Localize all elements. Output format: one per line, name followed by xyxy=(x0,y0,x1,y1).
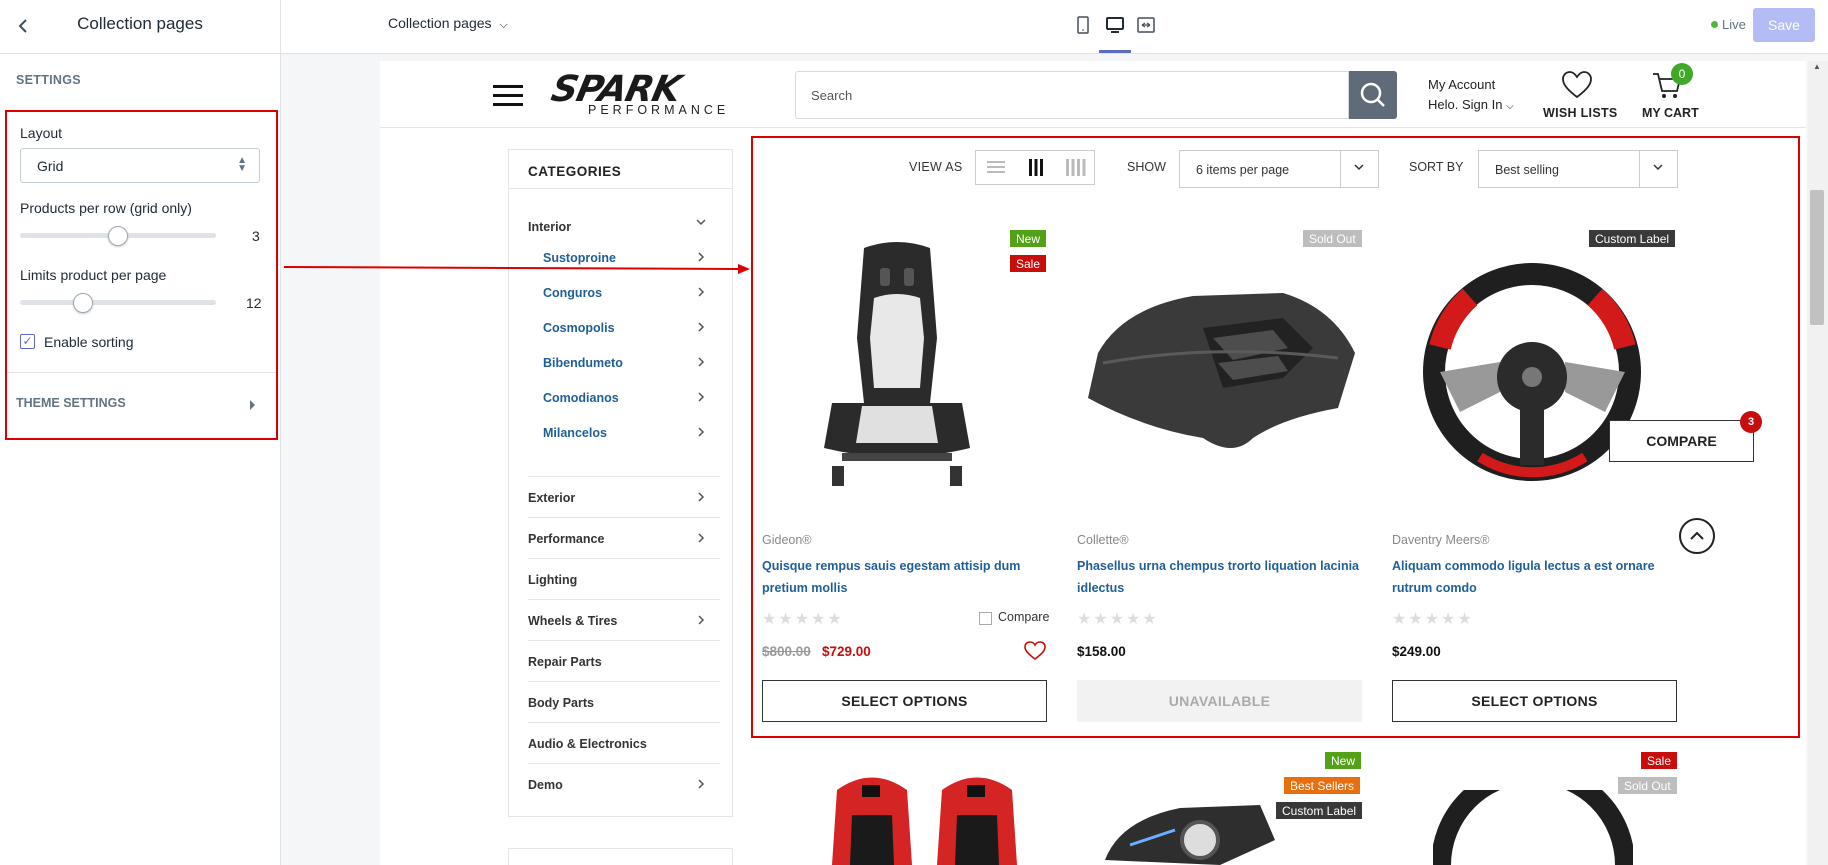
editor-topbar xyxy=(281,0,1828,54)
my-account-label[interactable]: My Account xyxy=(1428,77,1495,92)
chevron-down-icon[interactable] xyxy=(694,215,708,234)
my-cart-link[interactable]: MY CART xyxy=(1642,106,1699,120)
chevron-right-icon[interactable] xyxy=(694,390,708,409)
mobile-view-icon[interactable] xyxy=(1072,14,1094,36)
product-image-steering-wheel-2[interactable] xyxy=(1431,763,1635,865)
chevron-right-icon[interactable] xyxy=(694,777,708,796)
page-selector-label: Collection pages xyxy=(388,15,492,31)
chevron-right-icon[interactable] xyxy=(694,320,708,339)
back-arrow-icon[interactable] xyxy=(12,15,34,37)
category-item[interactable]: Exterior xyxy=(528,491,575,505)
subcategory-item[interactable]: Bibendumeto xyxy=(543,356,623,370)
divider xyxy=(528,722,720,723)
badge-sale: Sale xyxy=(1641,752,1678,769)
divider xyxy=(528,599,720,600)
divider xyxy=(528,681,720,682)
divider xyxy=(528,517,720,518)
site-logo-sub: PERFORMANCE xyxy=(588,103,730,117)
active-view-indicator xyxy=(1099,50,1131,53)
second-sidebar-panel xyxy=(508,848,733,865)
search-icon xyxy=(1360,82,1385,107)
divider xyxy=(528,558,720,559)
header-divider xyxy=(380,127,1806,128)
badge-new: New xyxy=(1325,752,1362,769)
category-item[interactable]: Repair Parts xyxy=(528,655,602,669)
scroll-up-icon[interactable]: ▲ xyxy=(1810,62,1824,74)
hamburger-menu-icon[interactable] xyxy=(493,85,523,112)
desktop-view-icon[interactable] xyxy=(1104,14,1126,36)
badge-best-sellers: Best Sellers xyxy=(1284,777,1361,794)
live-status: Live xyxy=(1722,17,1746,32)
sign-in-link[interactable]: Helo. Sign In ⌵ xyxy=(1428,97,1514,112)
search-button[interactable] xyxy=(1349,71,1397,119)
category-interior[interactable]: Interior xyxy=(528,220,571,234)
settings-heading: SETTINGS xyxy=(16,73,81,87)
preview-scrollbar[interactable] xyxy=(1808,61,1828,865)
category-item[interactable]: Performance xyxy=(528,532,604,546)
chevron-right-icon[interactable] xyxy=(694,613,708,632)
panel-title: Collection pages xyxy=(77,14,203,33)
heart-icon[interactable] xyxy=(1561,70,1593,105)
chevron-right-icon[interactable] xyxy=(694,355,708,374)
cart-count-badge: 0 xyxy=(1671,63,1693,85)
subcategory-item[interactable]: Milancelos xyxy=(543,426,607,440)
chevron-down-icon: ⌵ xyxy=(499,19,508,31)
category-item[interactable]: Body Parts xyxy=(528,696,594,710)
annotation-box-settings xyxy=(5,110,278,440)
divider xyxy=(528,640,720,641)
chevron-right-icon[interactable] xyxy=(694,285,708,304)
annotation-box-products xyxy=(751,136,1800,738)
categories-title: CATEGORIES xyxy=(528,164,622,179)
divider xyxy=(528,476,720,477)
annotation-arrow xyxy=(283,258,754,283)
badge-custom-label: Custom Label xyxy=(1276,802,1363,819)
product-image-red-seats[interactable] xyxy=(832,770,1027,865)
site-search-input[interactable]: Search xyxy=(795,71,1349,119)
divider xyxy=(528,763,720,764)
chevron-right-icon[interactable] xyxy=(694,531,708,550)
product-image-headlight[interactable] xyxy=(1100,800,1275,865)
chevron-right-icon[interactable] xyxy=(694,425,708,444)
subcategory-item[interactable]: Cosmopolis xyxy=(543,321,615,335)
live-status-dot xyxy=(1711,21,1718,28)
chevron-right-icon[interactable] xyxy=(694,490,708,509)
scrollbar-thumb[interactable] xyxy=(1810,190,1824,325)
category-item[interactable]: Demo xyxy=(528,778,563,792)
category-item[interactable]: Lighting xyxy=(528,573,577,587)
subcategory-item[interactable]: Conguros xyxy=(543,286,602,300)
save-button[interactable]: Save xyxy=(1753,8,1815,42)
page-selector[interactable]: Collection pages ⌵ xyxy=(388,15,508,32)
wishlist-link[interactable]: WISH LISTS xyxy=(1543,106,1618,120)
fullscreen-view-icon[interactable] xyxy=(1135,14,1157,36)
subcategory-item[interactable]: Comodianos xyxy=(543,391,619,405)
chevron-down-icon: ⌵ xyxy=(1506,101,1514,112)
category-item[interactable]: Audio & Electronics xyxy=(528,737,647,751)
divider xyxy=(509,188,732,189)
category-item[interactable]: Wheels & Tires xyxy=(528,614,617,628)
sign-in-text: Helo. Sign In xyxy=(1428,97,1503,112)
